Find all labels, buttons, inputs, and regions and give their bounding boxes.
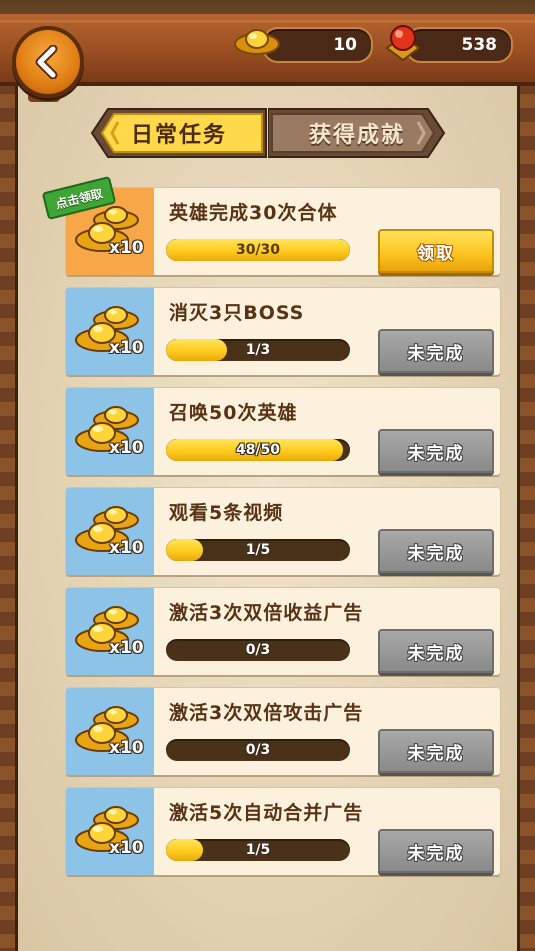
back-arrow-icon [35, 45, 58, 79]
reward-count: x10 [109, 838, 144, 858]
reward-count: x10 [109, 238, 144, 258]
task-card: x10 激活3次双倍收益广告 0/3 未完成 [66, 588, 500, 675]
frame-right-border [517, 80, 535, 951]
incomplete-button[interactable]: 未完成 [378, 429, 494, 473]
reward-panel: x10 [66, 288, 154, 375]
tab-achievements[interactable]: 获得成就 [268, 108, 446, 158]
progress-text: 0/3 [245, 742, 271, 758]
task-card: x10 英雄完成30次合体 30/30 领取 点击领取 [41, 175, 500, 275]
incomplete-button[interactable]: 未完成 [378, 629, 494, 673]
task-title: 英雄完成30次合体 [169, 202, 338, 224]
reward-count: x10 [109, 638, 144, 658]
tab-daily-label: 日常任务 [130, 123, 227, 148]
progress-text: 0/3 [245, 642, 271, 658]
tab-achievements-label: 获得成就 [308, 123, 405, 148]
reward-panel: x10 [66, 588, 154, 675]
progress-text: 1/5 [245, 842, 271, 858]
incomplete-button[interactable]: 未完成 [378, 329, 494, 373]
reward-panel: x10 [66, 388, 154, 475]
tab-bar: 日常任务 获得成就 [90, 108, 446, 158]
task-card: x10 消灭3只BOSS 1/3 未完成 [66, 288, 500, 375]
progress-bar: 1/5 [166, 539, 350, 561]
incomplete-button[interactable]: 未完成 [378, 529, 494, 573]
gem-icon [385, 25, 421, 62]
progress-bar: 30/30 [166, 239, 350, 261]
progress-bar: 0/3 [166, 639, 350, 661]
progress-text: 1/5 [245, 542, 271, 558]
progress-text: 30/30 [235, 242, 281, 258]
gold-ingot-icon [234, 29, 280, 55]
task-card: x10 观看5条视频 1/5 未完成 [66, 488, 500, 575]
reward-count: x10 [109, 738, 144, 758]
progress-text: 48/50 [235, 442, 281, 458]
progress-text: 1/3 [245, 342, 271, 358]
task-card: x10 激活3次双倍攻击广告 0/3 未完成 [66, 688, 500, 775]
claim-button[interactable]: 领取 [378, 229, 494, 273]
frame-left-border [0, 80, 18, 951]
progress-bar: 0/3 [166, 739, 350, 761]
task-title: 激活3次双倍收益广告 [169, 602, 364, 624]
progress-bar: 1/3 [166, 339, 350, 361]
tab-daily-tasks[interactable]: 日常任务 [90, 108, 268, 158]
reward-count: x10 [109, 338, 144, 358]
task-title: 消灭3只BOSS [169, 302, 305, 324]
task-title: 观看5条视频 [169, 502, 284, 524]
task-title: 召唤50次英雄 [169, 402, 298, 424]
task-card: x10 召唤50次英雄 48/50 未完成 [66, 388, 500, 475]
progress-bar: 48/50 [166, 439, 350, 461]
incomplete-button[interactable]: 未完成 [378, 729, 494, 773]
reward-count: x10 [109, 438, 144, 458]
reward-panel: x10 [66, 688, 154, 775]
progress-bar: 1/5 [166, 839, 350, 861]
task-card: x10 激活5次自动合并广告 1/5 未完成 [66, 788, 500, 875]
gold-count: 10 [333, 35, 357, 55]
reward-panel: x10 [66, 488, 154, 575]
gem-count: 538 [461, 35, 498, 55]
task-title: 激活3次双倍攻击广告 [169, 702, 364, 724]
reward-panel: x10 [66, 788, 154, 875]
task-screen: 10 538 日常任务 获得成就 x10 英雄完成30次合体 30/30 领取 … [0, 0, 535, 951]
task-title: 激活5次自动合并广告 [169, 802, 364, 824]
reward-count: x10 [109, 538, 144, 558]
incomplete-button[interactable]: 未完成 [378, 829, 494, 873]
back-button[interactable] [12, 26, 84, 98]
